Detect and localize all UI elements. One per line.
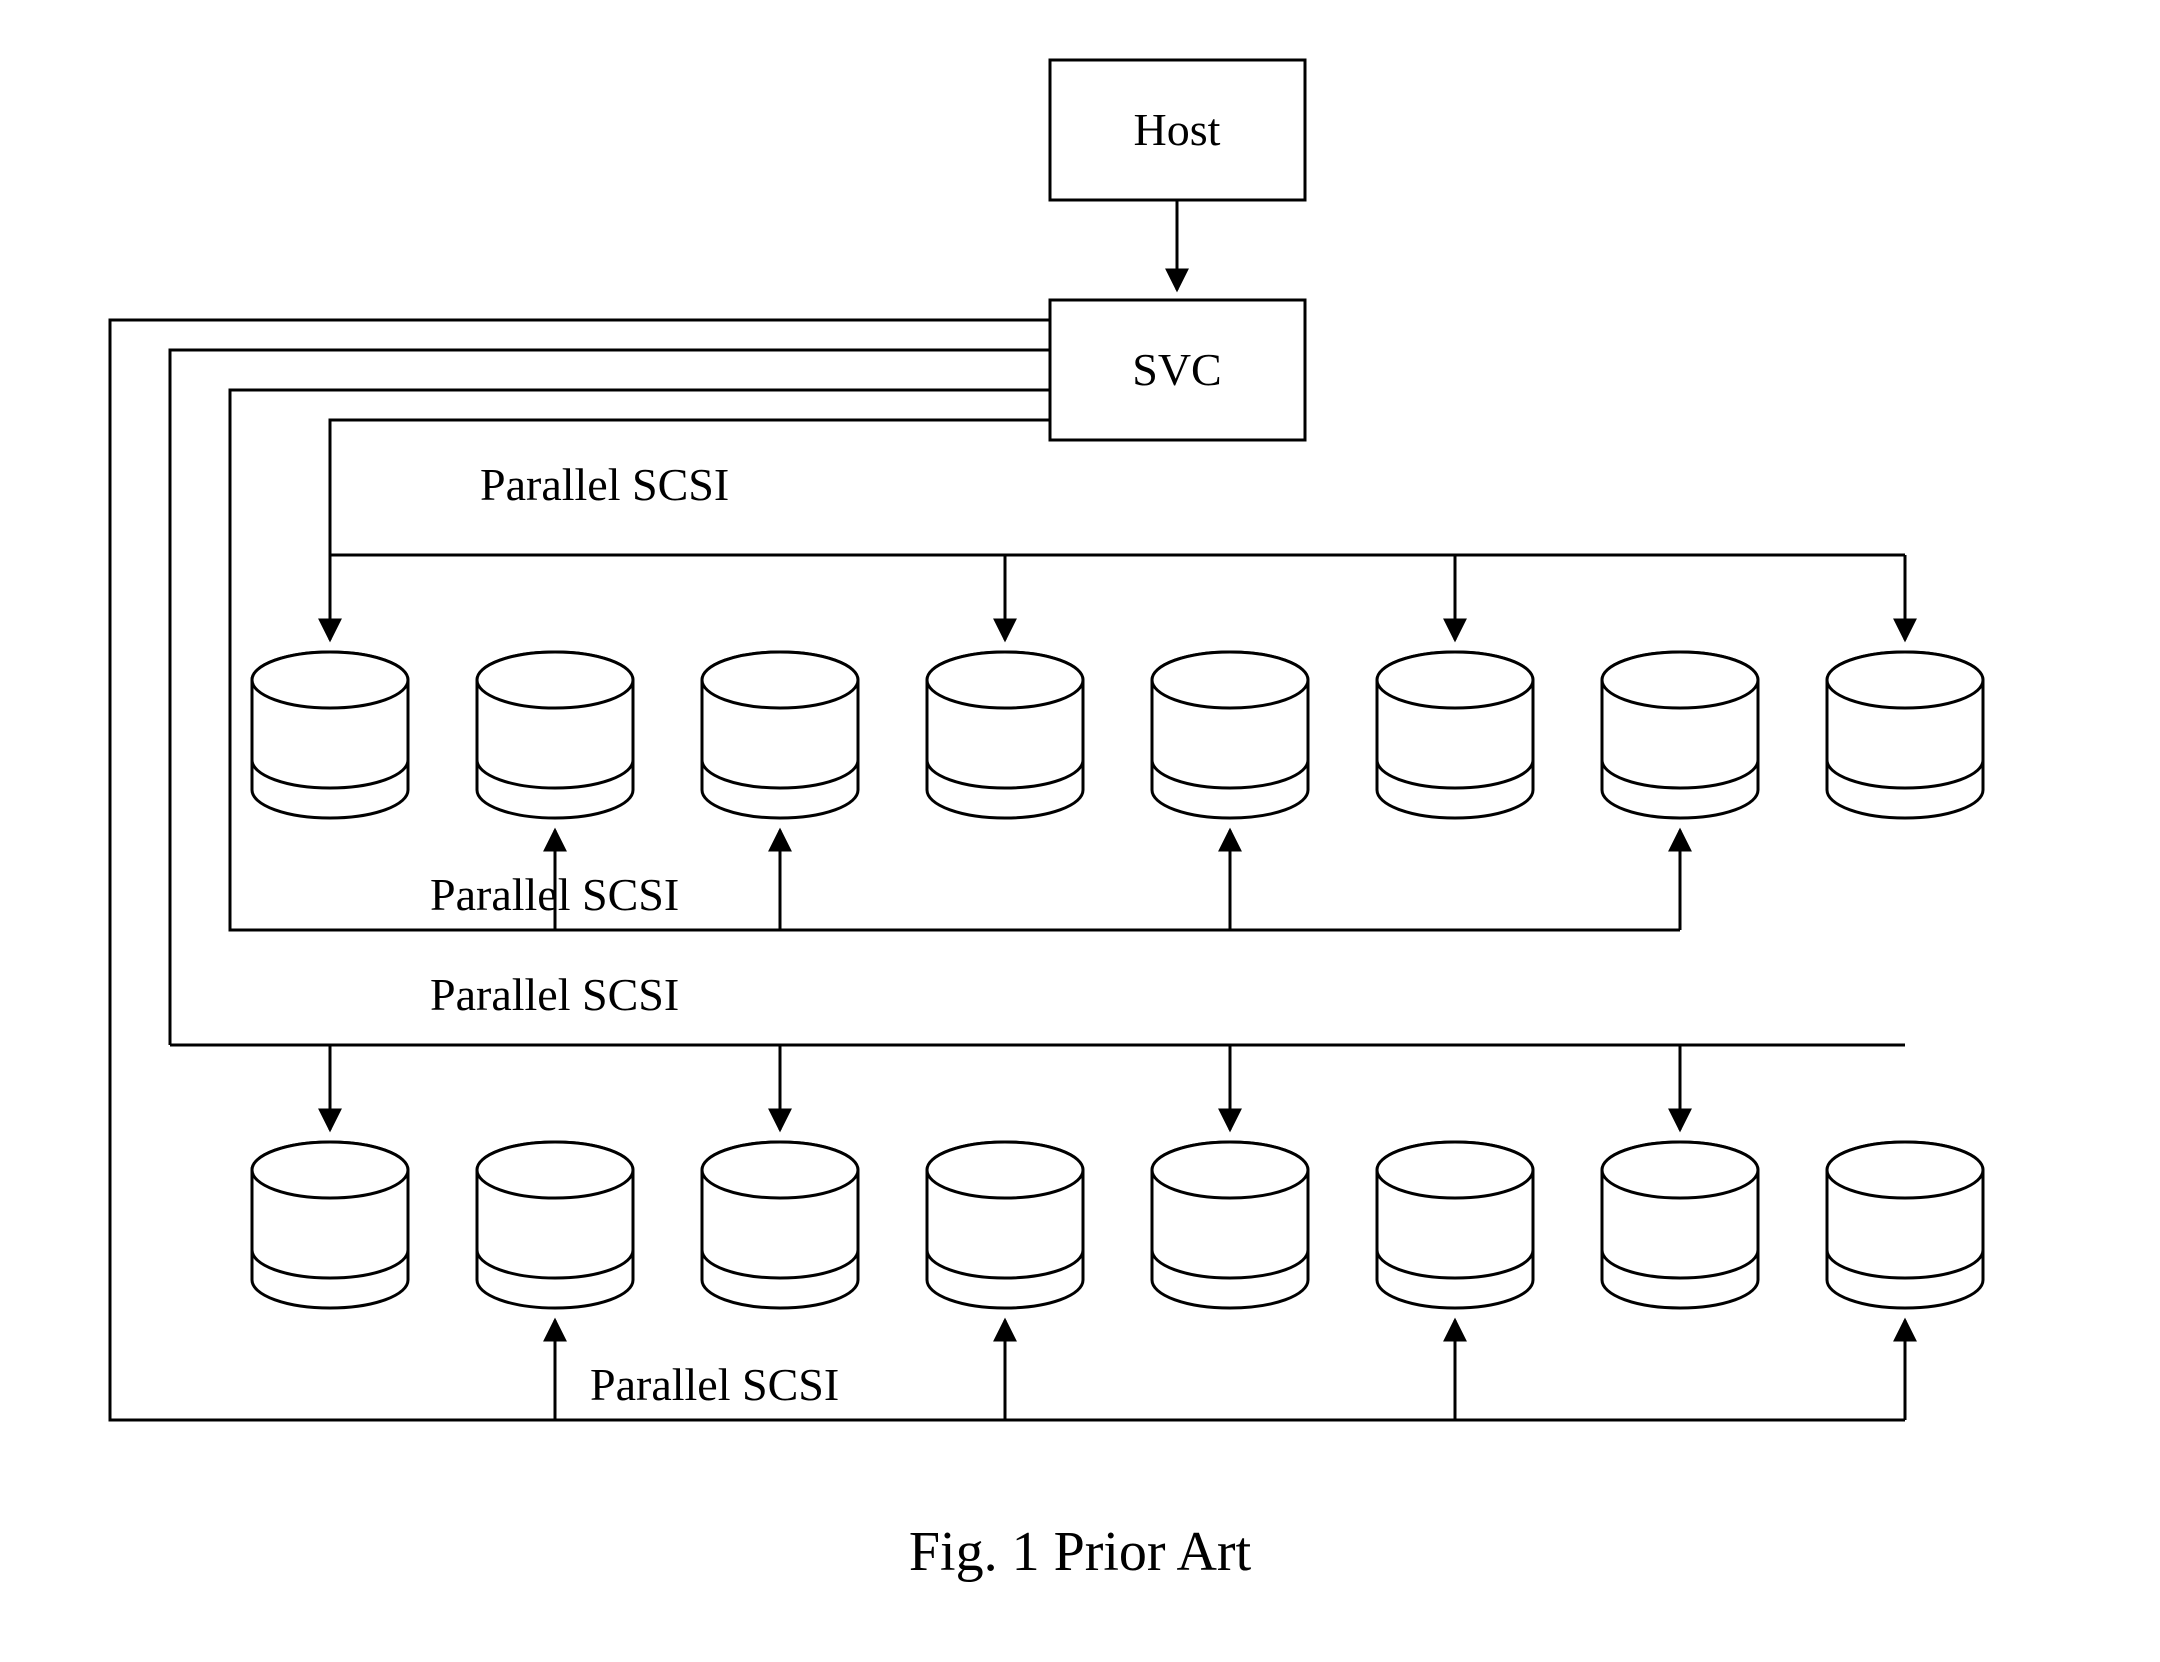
disk (477, 1142, 633, 1308)
disk (1377, 652, 1533, 818)
host-label: Host (1134, 104, 1221, 155)
disk (1152, 1142, 1308, 1308)
disk-row-2 (252, 1142, 1983, 1308)
disk (252, 1142, 408, 1308)
disk (927, 1142, 1083, 1308)
bus-3-label: Parallel SCSI (430, 969, 679, 1020)
disk-row-1 (252, 652, 1983, 818)
disk (1377, 1142, 1533, 1308)
figure-caption: Fig. 1 Prior Art (909, 1521, 1252, 1583)
bus-1: Parallel SCSI (330, 420, 1905, 640)
disk (1602, 1142, 1758, 1308)
host-box: Host (1050, 60, 1305, 200)
disk (252, 652, 408, 818)
bus-4-label: Parallel SCSI (590, 1359, 839, 1410)
disk (1827, 1142, 1983, 1308)
svc-box: SVC (1050, 300, 1305, 440)
disk (702, 1142, 858, 1308)
disk (702, 652, 858, 818)
disk (927, 652, 1083, 818)
bus-2-label: Parallel SCSI (430, 869, 679, 920)
disk (1152, 652, 1308, 818)
disk (1602, 652, 1758, 818)
svc-label: SVC (1132, 344, 1221, 395)
bus-1-label: Parallel SCSI (480, 459, 729, 510)
disk (1827, 652, 1983, 818)
disk (477, 652, 633, 818)
